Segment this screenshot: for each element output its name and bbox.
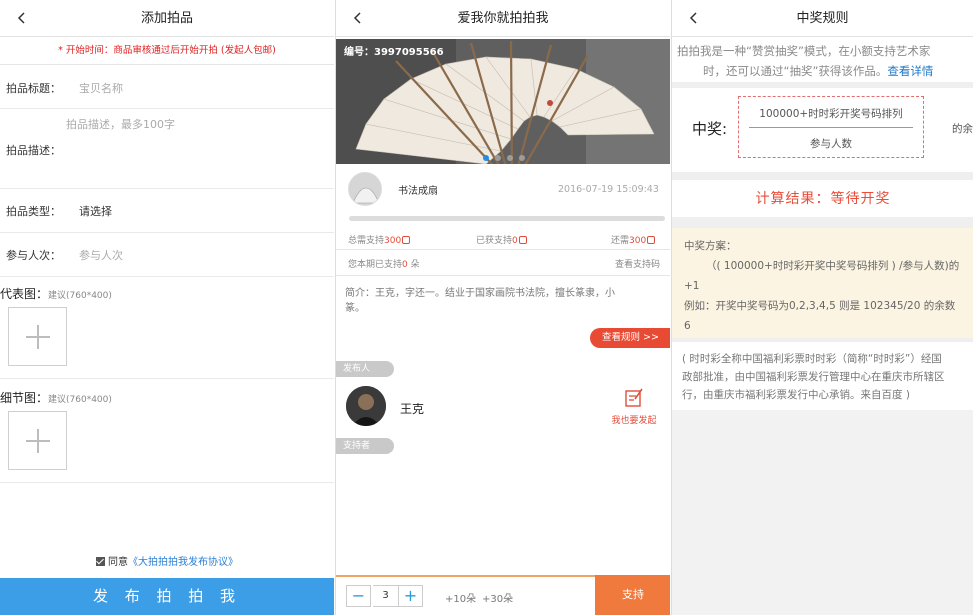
carousel-dots: [483, 151, 531, 164]
cover-upload-section: 代表图：建议(760*400): [0, 277, 334, 379]
carousel-dot[interactable]: [483, 155, 489, 161]
item-intro: 简介：王克，字还一。结业于国家画院书法院，擅长篆隶，小 篆。: [345, 288, 615, 314]
view-rules-button[interactable]: 查看规则 >>: [590, 328, 670, 348]
still-needed: 还需300: [611, 233, 656, 246]
support-button[interactable]: 支持: [595, 575, 670, 615]
detail-add-button[interactable]: [8, 411, 67, 470]
page-title: 爱我你就拍拍我: [457, 11, 549, 26]
detail-hint: 建议(760*400): [48, 395, 112, 405]
title-field-row[interactable]: 拍品标题： 宝贝名称: [0, 65, 334, 109]
title-label: 拍品标题：: [6, 82, 61, 95]
publisher-tag: 发布人: [336, 361, 394, 377]
publisher-name: 王克: [400, 402, 425, 416]
my-support: 您本期已支持0 朵: [348, 260, 420, 270]
people-field-row[interactable]: 参与人次： 参与人次: [0, 233, 334, 277]
type-select[interactable]: 请选择: [79, 203, 112, 219]
increment-button[interactable]: +: [398, 585, 423, 607]
carousel-dot[interactable]: [495, 155, 501, 161]
agree-checkbox[interactable]: [96, 557, 105, 566]
header: 添加拍品: [0, 0, 334, 37]
header: 爱我你就拍拍我: [336, 0, 670, 37]
people-label: 参与人次：: [6, 249, 61, 262]
heart-icon: [402, 236, 411, 244]
agreement-row: 同意《大拍拍拍我发布协议》: [0, 553, 334, 568]
divider: [336, 249, 670, 250]
item-avatar: [348, 172, 382, 206]
calc-result: 计算结果：等待开奖: [755, 191, 891, 207]
formula-denominator: 参与人数: [810, 138, 852, 150]
cover-hint: 建议(760*400): [48, 291, 112, 301]
formula-remainder: 的余: [952, 123, 973, 135]
divider: [672, 338, 973, 342]
view-details-link[interactable]: 查看详情: [887, 64, 933, 78]
people-input[interactable]: 参与人次: [79, 247, 123, 263]
detail-label: 细节图：建议(760*400): [0, 391, 112, 405]
title-input[interactable]: 宝贝名称: [79, 80, 123, 96]
type-field-row[interactable]: 拍品类型： 请选择: [0, 189, 334, 233]
back-icon[interactable]: [350, 0, 364, 37]
divider: [672, 217, 973, 228]
launch-label: 我也要发起: [611, 416, 657, 426]
add-item-panel: 添加拍品 * 开始时间：商品审核通过后开始开拍 (发起人包邮) 拍品标题： 宝贝…: [0, 0, 334, 615]
item-name: 书法成扇: [398, 186, 438, 197]
start-time-notice: * 开始时间：商品审核通过后开始开拍 (发起人包邮): [0, 37, 334, 65]
divider: [672, 172, 973, 180]
lottery-note: ( 时时彩全称中国福利彩票时时彩（简称“时时彩”）经国 政部批准，由中国福利彩票…: [682, 353, 945, 401]
edit-icon: [625, 388, 643, 407]
carousel-dot[interactable]: [519, 155, 525, 161]
detail-upload-section: 细节图：建议(760*400): [0, 379, 334, 483]
back-icon[interactable]: [686, 0, 700, 37]
publisher-avatar[interactable]: [346, 386, 386, 426]
formula-numerator: 100000+时时彩开奖号码排列: [749, 106, 913, 128]
winning-formula: 中奖: 100000+时时彩开奖号码排列 参与人数 的余: [672, 88, 973, 172]
carousel-dot[interactable]: [507, 155, 513, 161]
cover-add-button[interactable]: [8, 307, 67, 366]
cover-label: 代表图：建议(760*400): [0, 287, 112, 301]
add-30-button[interactable]: +30朵: [482, 590, 513, 605]
supporter-tag: 支持者: [336, 438, 394, 454]
publish-date: 2016-07-19 15:09:43: [558, 184, 659, 195]
total-needed: 总需支持300: [348, 233, 411, 246]
support-bar: − 3 + +10朵 +30朵 支持: [336, 575, 670, 615]
heart-icon: [647, 236, 656, 244]
desc-input[interactable]: 拍品描述，最多100字: [66, 116, 175, 132]
page-title: 中奖规则: [796, 11, 849, 26]
publish-button[interactable]: 发 布 拍 拍 我: [0, 578, 334, 615]
already-got: 已获支持0: [476, 233, 527, 246]
support-progress-bar: [349, 216, 665, 221]
divider: [336, 275, 670, 276]
win-label: 中奖:: [692, 120, 728, 138]
item-number: 编号：3997095566: [344, 47, 444, 58]
header: 中奖规则: [672, 0, 973, 37]
page-title: 添加拍品: [140, 11, 193, 26]
agreement-link[interactable]: 《大拍拍拍我发布协议》: [128, 557, 238, 568]
agree-text: 同意: [108, 557, 128, 568]
heart-icon: [518, 236, 527, 244]
rules-intro: 拍拍我是一种“赞赏抽奖”模式，在小额支持艺术家 时，还可以通过“抽奖”获得该作品…: [677, 44, 934, 78]
empty-area: [672, 410, 973, 615]
winning-plan: 中奖方案： （( 100000+时时彩开奖中奖号码排列 ) /参与人数)的 +1…: [672, 228, 973, 338]
quantity-input[interactable]: 3: [373, 585, 398, 607]
decrement-button[interactable]: −: [346, 585, 371, 607]
formula-box: 100000+时时彩开奖号码排列 参与人数: [738, 96, 924, 158]
auction-detail-panel: 爱我你就拍拍我 编号：3997095566 书法成扇 2016-07-19 15…: [335, 0, 670, 615]
launch-my-own-button[interactable]: 我也要发起: [604, 388, 664, 426]
desc-label: 拍品描述：: [6, 144, 61, 157]
desc-field-row[interactable]: 拍品描述，最多100字 拍品描述：: [0, 109, 334, 189]
add-10-button[interactable]: +10朵: [445, 590, 476, 605]
item-photo-carousel[interactable]: 编号：3997095566: [336, 39, 670, 164]
back-icon[interactable]: [14, 0, 28, 37]
view-support-code-link[interactable]: 查看支持码: [615, 257, 660, 270]
type-label: 拍品类型：: [6, 205, 61, 218]
winning-rules-panel: 中奖规则 拍拍我是一种“赞赏抽奖”模式，在小额支持艺术家 时，还可以通过“抽奖”…: [671, 0, 973, 615]
